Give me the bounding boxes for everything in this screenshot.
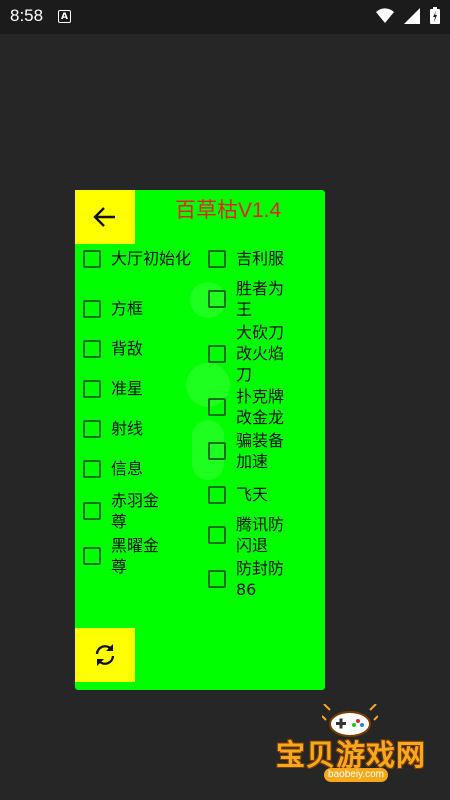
status-time: 8:58 [10, 6, 44, 25]
checkbox[interactable] [208, 344, 226, 363]
wifi-icon [376, 7, 394, 23]
checkbox[interactable] [83, 249, 101, 268]
option-machete-fire[interactable]: 大砍刀 改火焰 刀 [208, 322, 284, 385]
option-obsidian-gold[interactable]: 黑曜金 尊 [83, 535, 159, 577]
option-lobby-init[interactable]: 大厅初始化 [83, 248, 191, 269]
option-box[interactable]: 方框 [83, 298, 143, 319]
checkbox[interactable] [208, 249, 226, 268]
checkbox[interactable] [208, 570, 226, 588]
checkbox[interactable] [83, 502, 101, 520]
option-anti-ban[interactable]: 防封防 86 [208, 558, 284, 600]
battery-icon [430, 7, 440, 24]
checkbox[interactable] [83, 547, 101, 565]
option-label: 赤羽金 尊 [111, 491, 160, 531]
signal-icon [404, 7, 420, 24]
option-label: 方框 [111, 299, 144, 318]
option-label: 准星 [111, 379, 144, 398]
refresh-icon [95, 644, 115, 666]
option-red-feather-gold[interactable]: 赤羽金 尊 [83, 490, 159, 532]
option-label: 飞天 [236, 485, 269, 504]
option-label: 射线 [111, 419, 144, 438]
option-label: 扑克牌 改金龙 [236, 387, 285, 427]
option-crosshair[interactable]: 准星 [83, 378, 143, 399]
checkbox[interactable] [83, 299, 101, 318]
site-watermark-logo: 宝贝游戏网 baobeiy.com [270, 700, 450, 800]
option-label: 骗装备 加速 [236, 431, 285, 471]
option-label: 腾讯防 闪退 [236, 515, 285, 555]
option-ray[interactable]: 射线 [83, 418, 143, 439]
option-label: 胜者为 王 [236, 279, 285, 319]
panel-title: 百草枯V1.4 [175, 199, 282, 222]
option-label: 黑曜金 尊 [111, 536, 160, 576]
checkbox[interactable] [83, 379, 101, 398]
status-icons [376, 7, 440, 24]
notification-icon: A [58, 10, 71, 23]
option-label: 背敌 [111, 339, 144, 358]
option-anti-crash[interactable]: 腾讯防 闪退 [208, 514, 284, 556]
arrow-left-icon [93, 207, 115, 227]
option-ghillie-suit[interactable]: 吉利服 [208, 248, 284, 269]
checkbox[interactable] [208, 398, 226, 416]
status-bar: 8:58 A [0, 0, 450, 34]
option-label: 信息 [111, 459, 144, 478]
checkbox[interactable] [83, 339, 101, 358]
option-back-enemy[interactable]: 背敌 [83, 338, 143, 359]
back-button[interactable] [75, 190, 135, 244]
cheat-menu-panel: 百草枯V1.4 大厅初始化 方框 背敌 准星 射线 信息 赤羽金 尊 黑曜金 尊 [75, 190, 325, 690]
refresh-button[interactable] [75, 628, 135, 682]
option-label: 大厅初始化 [111, 249, 192, 268]
option-label: 防封防 86 [236, 559, 285, 599]
checkbox[interactable] [208, 290, 226, 308]
checkbox[interactable] [208, 526, 226, 544]
option-winner-king[interactable]: 胜者为 王 [208, 278, 284, 320]
site-url: baobeiy.com [324, 768, 388, 782]
checkbox[interactable] [83, 419, 101, 438]
checkbox[interactable] [208, 442, 226, 460]
option-fly[interactable]: 飞天 [208, 484, 268, 505]
option-gear-speed[interactable]: 骗装备 加速 [208, 430, 284, 472]
option-info[interactable]: 信息 [83, 458, 143, 479]
option-poker-dragon[interactable]: 扑克牌 改金龙 [208, 386, 284, 428]
checkbox[interactable] [83, 459, 101, 478]
checkbox[interactable] [208, 485, 226, 504]
option-label: 吉利服 [236, 249, 285, 268]
option-label: 大砍刀 改火焰 刀 [236, 323, 285, 384]
